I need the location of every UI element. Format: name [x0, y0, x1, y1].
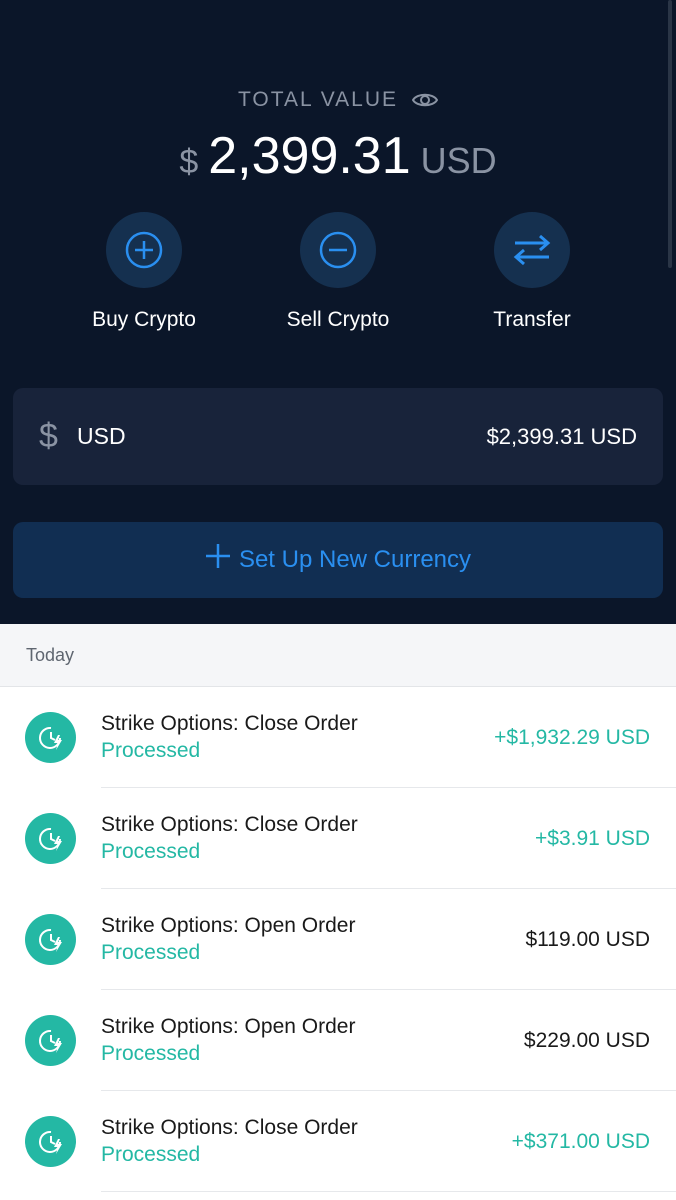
- transaction-row[interactable]: Strike Options: Open Order Processed $11…: [0, 889, 676, 990]
- plus-circle-icon: [106, 212, 182, 288]
- section-title: Today: [26, 644, 75, 665]
- transaction-status: Processed: [101, 1042, 201, 1065]
- total-value-label: TOTAL VALUE: [237, 88, 399, 111]
- currency-code: USD: [420, 140, 497, 181]
- transaction-title: Strike Options: Open Order: [101, 914, 356, 937]
- clock-lightning-icon: [25, 1116, 76, 1167]
- clock-lightning-icon: [25, 813, 76, 864]
- buy-crypto-button[interactable]: Buy Crypto: [54, 212, 234, 332]
- transaction-list: Strike Options: Close Order Processed +$…: [0, 687, 676, 1192]
- sell-crypto-button[interactable]: Sell Crypto: [248, 212, 428, 332]
- dollar-icon: $: [39, 417, 58, 455]
- plus-icon: [205, 541, 231, 575]
- transaction-status: Processed: [101, 739, 201, 762]
- clock-lightning-icon: [25, 914, 76, 965]
- usd-wallet-row[interactable]: $ USD $2,399.31 USD: [13, 388, 663, 485]
- divider: [101, 1191, 676, 1192]
- transfer-arrows-icon: [494, 212, 570, 288]
- clock-lightning-icon: [25, 712, 76, 763]
- total-value: $ 2,399.31 USD: [0, 126, 676, 186]
- set-up-new-currency-button[interactable]: Set Up New Currency: [13, 522, 663, 598]
- transaction-amount: +$1,932.29 USD: [494, 726, 650, 749]
- transaction-title: Strike Options: Open Order: [101, 1015, 356, 1038]
- transaction-amount: +$3.91 USD: [535, 827, 650, 850]
- transaction-status: Processed: [101, 1143, 201, 1166]
- portfolio-header: TOTAL VALUE $ 2,399.31 USD Buy Crypto Se…: [0, 0, 676, 624]
- transaction-status: Processed: [101, 840, 201, 863]
- total-amount: 2,399.31: [208, 127, 411, 185]
- transaction-row[interactable]: Strike Options: Close Order Processed +$…: [0, 687, 676, 788]
- transaction-row[interactable]: Strike Options: Close Order Processed +$…: [0, 788, 676, 889]
- transaction-amount: $119.00 USD: [525, 928, 650, 951]
- total-value-label-row: TOTAL VALUE: [0, 88, 676, 112]
- currency-symbol: $: [179, 143, 199, 181]
- transaction-title: Strike Options: Close Order: [101, 1116, 358, 1139]
- transfer-button[interactable]: Transfer: [442, 212, 622, 332]
- section-header-today: Today: [0, 624, 676, 687]
- wallet-balance: $2,399.31 USD: [486, 423, 637, 449]
- eye-icon[interactable]: [411, 91, 439, 109]
- minus-circle-icon: [300, 212, 376, 288]
- sell-crypto-label: Sell Crypto: [286, 308, 390, 331]
- transaction-row[interactable]: Strike Options: Open Order Processed $22…: [0, 990, 676, 1091]
- transaction-title: Strike Options: Close Order: [101, 712, 358, 735]
- clock-lightning-icon: [25, 1015, 76, 1066]
- transaction-row[interactable]: Strike Options: Close Order Processed +$…: [0, 1091, 676, 1192]
- transfer-label: Transfer: [493, 308, 571, 331]
- buy-crypto-label: Buy Crypto: [92, 308, 196, 331]
- transaction-amount: $229.00 USD: [523, 1029, 650, 1052]
- transaction-status: Processed: [101, 941, 201, 964]
- wallet-currency-code: USD: [77, 423, 126, 449]
- transaction-amount: +$371.00 USD: [511, 1130, 650, 1153]
- set-up-new-currency-label: Set Up New Currency: [238, 546, 472, 573]
- transaction-title: Strike Options: Close Order: [101, 813, 358, 836]
